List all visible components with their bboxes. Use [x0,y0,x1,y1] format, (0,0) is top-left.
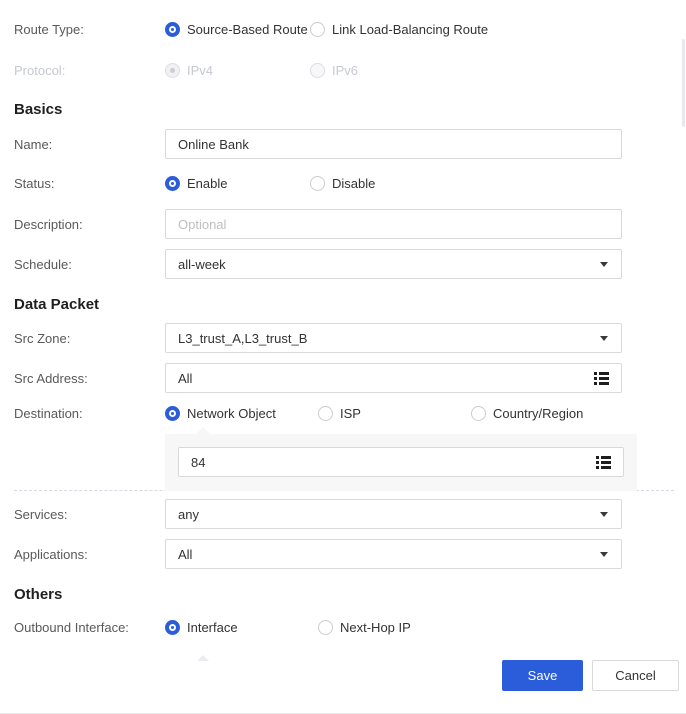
applications-value: All [178,546,193,562]
src-address-row: Src Address: All [14,363,686,393]
scrollbar-thumb[interactable] [682,39,685,127]
network-object-picker[interactable]: 84 [178,447,624,477]
network-object-value: 84 [191,454,206,470]
footer-actions: Save Cancel [0,660,686,691]
radio-label: Disable [332,175,376,191]
services-label: Services: [14,506,68,522]
radio-label: IPv6 [332,62,359,78]
schedule-row: Schedule: all-week [14,249,686,279]
outbound-interface-row: Outbound Interface: Interface Next-Hop I… [14,619,686,635]
radio-enable[interactable]: Enable [165,175,310,191]
services-value: any [178,506,199,522]
radio-label: Interface [187,619,238,635]
radio-selected-icon[interactable] [165,21,180,37]
radio-unselected-icon[interactable] [471,405,486,421]
section-others-header: Others [14,586,63,603]
radio-selected-icon[interactable] [165,175,180,191]
radio-unselected-icon[interactable] [318,619,333,635]
src-address-value: All [178,370,193,386]
src-address-label: Src Address: [14,370,88,386]
chevron-down-icon [600,336,608,341]
radio-unselected-icon[interactable] [310,175,325,191]
protocol-label: Protocol: [14,62,66,78]
radio-label: Next-Hop IP [340,619,411,635]
outbound-interface-label: Outbound Interface: [14,619,129,635]
description-input[interactable] [165,209,622,239]
chevron-down-icon [600,512,608,517]
radio-disabled-unselected-icon [310,62,325,78]
schedule-select[interactable]: all-week [165,249,622,279]
cancel-button[interactable]: Cancel [592,660,679,691]
radio-unselected-icon[interactable] [310,21,325,37]
route-type-label: Route Type: [14,21,84,37]
name-label: Name: [14,136,53,152]
radio-label: ISP [340,405,361,421]
src-zone-label: Src Zone: [14,330,71,346]
src-address-picker[interactable]: All [165,363,622,393]
list-picker-icon[interactable] [596,456,611,472]
radio-label: IPv4 [187,62,214,78]
radio-source-based-route[interactable]: Source-Based Route [165,21,310,37]
radio-ipv4: IPv4 [165,62,310,78]
src-zone-row: Src Zone: L3_trust_A,L3_trust_B [14,323,686,353]
radio-label: Source-Based Route [187,21,308,37]
destination-row: Destination: Network Object ISP Country/… [14,405,686,421]
services-select[interactable]: any [165,499,622,529]
radio-ipv6: IPv6 [310,62,359,78]
radio-label: Country/Region [493,405,584,421]
chevron-down-icon [600,552,608,557]
panel-pointer [196,427,210,434]
radio-isp[interactable]: ISP [318,405,471,421]
radio-selected-icon[interactable] [165,619,180,635]
schedule-value: all-week [178,256,226,272]
description-label: Description: [14,216,83,232]
network-object-panel: 84 [165,427,637,491]
name-row: Name: [14,129,686,159]
services-row: Services: any [14,499,686,529]
radio-selected-icon[interactable] [165,405,180,421]
section-basics-header: Basics [14,101,63,118]
protocol-row: Protocol: IPv4 IPv6 [14,62,686,78]
radio-unselected-icon[interactable] [318,405,333,421]
schedule-label: Schedule: [14,256,72,272]
applications-label: Applications: [14,546,88,562]
save-button[interactable]: Save [502,660,583,691]
radio-label: Link Load-Balancing Route [332,21,489,37]
radio-country-region[interactable]: Country/Region [471,405,584,421]
status-row: Status: Enable Disable [14,175,686,191]
applications-row: Applications: All [14,539,686,569]
list-picker-icon[interactable] [594,372,609,388]
interface-panel-pointer [197,655,209,661]
route-type-row: Route Type: Source-Based Route Link Load… [14,21,686,37]
radio-interface[interactable]: Interface [165,619,318,635]
radio-next-hop-ip[interactable]: Next-Hop IP [318,619,411,635]
src-zone-select[interactable]: L3_trust_A,L3_trust_B [165,323,622,353]
chevron-down-icon [600,262,608,267]
radio-link-load-balancing-route[interactable]: Link Load-Balancing Route [310,21,489,37]
radio-disable[interactable]: Disable [310,175,376,191]
radio-network-object[interactable]: Network Object [165,405,318,421]
src-zone-value: L3_trust_A,L3_trust_B [178,330,308,346]
radio-label: Enable [187,175,228,191]
radio-label: Network Object [187,405,276,421]
destination-label: Destination: [14,405,83,421]
radio-disabled-selected-icon [165,62,180,78]
section-data-packet-header: Data Packet [14,296,100,313]
applications-select[interactable]: All [165,539,622,569]
description-row: Description: [14,209,686,239]
name-input[interactable] [165,129,622,159]
status-label: Status: [14,175,55,191]
